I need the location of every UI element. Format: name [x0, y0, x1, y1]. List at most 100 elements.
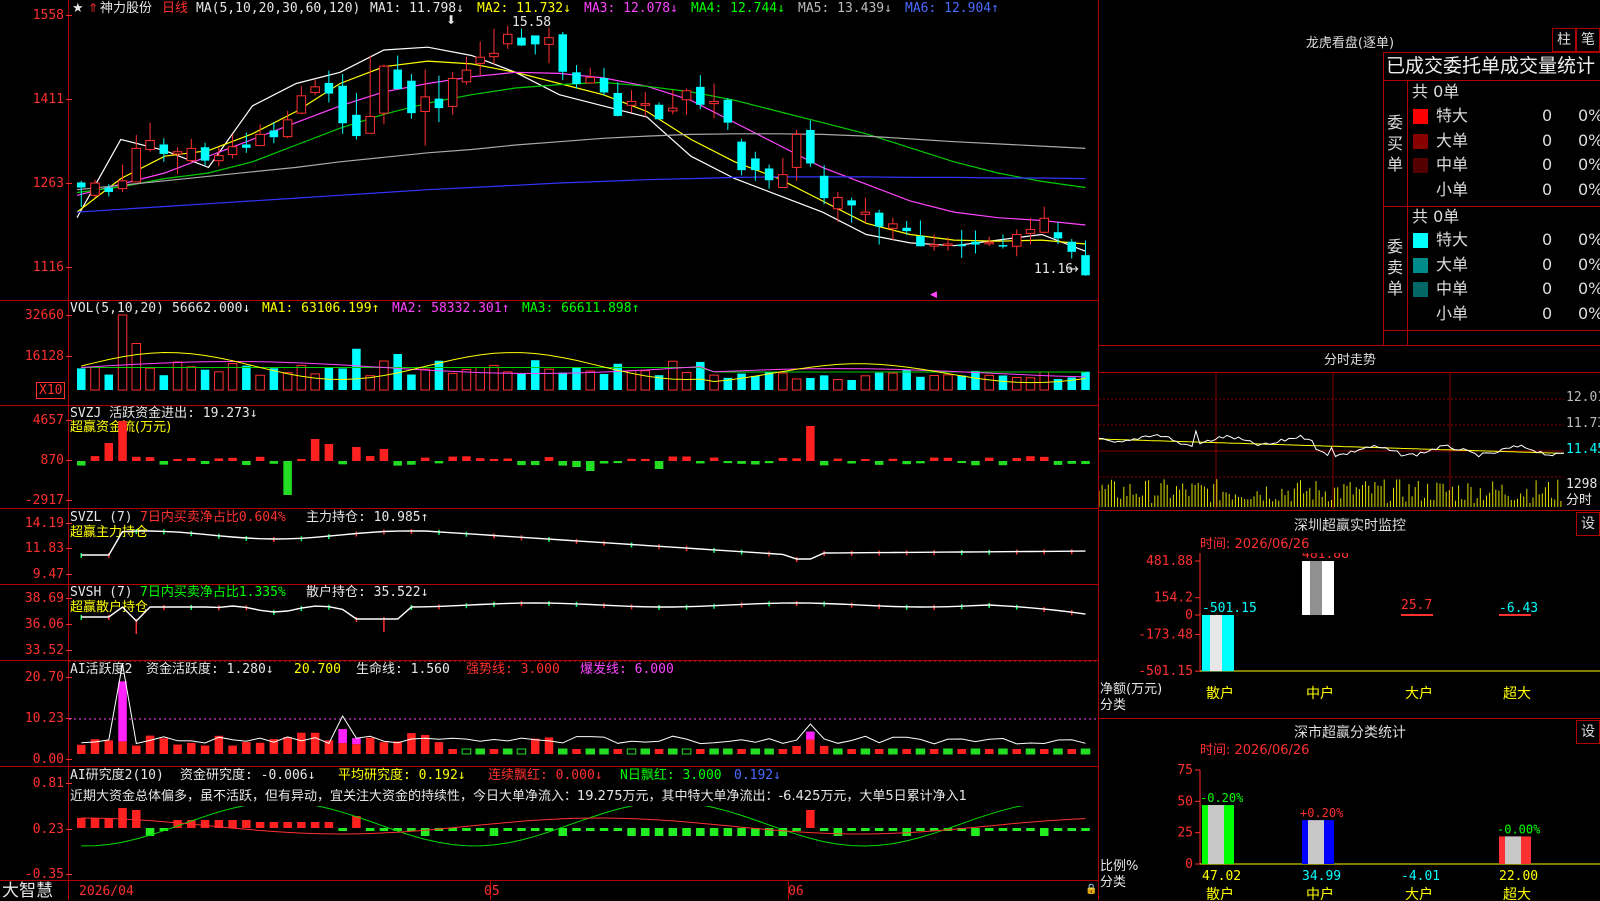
- event-marker-icon[interactable]: ⬇: [446, 13, 456, 28]
- activity-bar: [104, 740, 114, 754]
- flow-bar-out: [159, 461, 169, 465]
- candle-body-down: [352, 114, 361, 137]
- activity-bar: [365, 737, 375, 754]
- pen-mode-button[interactable]: 笔: [1576, 28, 1600, 52]
- flow-bar-out: [902, 461, 911, 465]
- activity-chart[interactable]: [69, 661, 1098, 766]
- flow-bar-out: [77, 461, 86, 466]
- ratio-bar-shade: [1208, 805, 1224, 864]
- ratio-chart[interactable]: 75 50 25 0 -0.20% 47.02 散户 +0.20% 34.99 中户 -4.01 大户…: [1099, 752, 1600, 900]
- flow-bar-out: [338, 461, 347, 465]
- candle-body-down: [737, 141, 746, 171]
- research-bar-down: [1039, 828, 1049, 836]
- vol-unit-badge: X10: [36, 382, 66, 399]
- longhu-header: 已成交委托单成交量统计: [1386, 55, 1596, 77]
- stock-name[interactable]: 神力股份: [100, 1, 152, 16]
- price-tick-1: 1558: [2, 8, 72, 23]
- candle-body-up: [379, 65, 389, 114]
- activity-bar: [806, 739, 815, 754]
- buy-row-count: 0: [1542, 179, 1553, 199]
- activity-bar-low: [461, 748, 472, 755]
- price-chart[interactable]: [69, 18, 1098, 300]
- net-amount-chart[interactable]: 481.88 154.2 0 -173.48 -501.15 -501.15 散户 481.8…: [1099, 553, 1600, 715]
- research-bar-down: [737, 828, 746, 836]
- fenshi-unit: 分时: [1566, 493, 1593, 508]
- research-bar-down: [530, 828, 540, 831]
- flow-bar-in: [1039, 456, 1049, 461]
- svzl-tick-1: 14.19: [2, 516, 72, 531]
- activity-bar: [310, 732, 320, 754]
- ai1-panel-divider: [0, 766, 1098, 767]
- fund-flow-chart[interactable]: [69, 406, 1098, 508]
- sell-row-count: 0: [1542, 303, 1553, 323]
- monitor-category-label: 大户: [1405, 685, 1433, 702]
- ratio-value-label: 47.02: [1202, 869, 1241, 884]
- research-bar-down: [338, 828, 347, 831]
- research-bar-down: [861, 828, 870, 831]
- candle-body-down: [613, 93, 623, 116]
- research-bar-down: [627, 828, 636, 836]
- stats-settings-button[interactable]: 设: [1576, 720, 1600, 744]
- research-bar-down: [682, 828, 691, 836]
- monitor-category-label: 散户: [1206, 685, 1234, 702]
- intraday-chart[interactable]: [1099, 373, 1564, 509]
- lock-icon[interactable]: 🔒: [1085, 882, 1097, 897]
- svsh-tick-3: 33.52: [2, 643, 72, 658]
- buy-row-pct: 0%: [1578, 179, 1600, 199]
- volume-bar-down: [1067, 377, 1077, 390]
- volume-bar-up: [186, 366, 197, 391]
- net-bar-shade: [1210, 615, 1222, 672]
- candle-body-down: [434, 98, 444, 109]
- ai2-tick-3: -0.35: [2, 867, 72, 882]
- candle-body-up: [365, 115, 375, 134]
- ratio-value-label: 34.99: [1302, 869, 1341, 884]
- monitor-ylabel: 净额(万元): [1100, 682, 1163, 697]
- fenshi-tick-2: 11.73: [1566, 416, 1600, 431]
- price-tick-4: 1116: [2, 260, 72, 275]
- brand-logo[interactable]: 大智慧: [2, 882, 53, 900]
- candle-body-up: [860, 211, 871, 215]
- activity-bar: [132, 745, 141, 754]
- monitor-title: 深圳超赢实时监控: [1294, 518, 1406, 534]
- flow-bar-out: [1081, 461, 1090, 465]
- volume-bar-up: [489, 364, 499, 391]
- research-chart[interactable]: [69, 806, 1098, 880]
- activity-bar: [420, 734, 430, 754]
- ai2-nday: N日飘红: 3.000: [620, 768, 722, 783]
- monitor-settings-button[interactable]: 设: [1576, 512, 1600, 536]
- volume-chart[interactable]: [69, 301, 1098, 405]
- flow-bar-in: [173, 458, 182, 461]
- volume-bar-up: [640, 370, 651, 391]
- ai2-panel-divider: [0, 880, 1098, 881]
- favorite-star-icon[interactable]: ★: [72, 1, 84, 16]
- flow-bar-in: [310, 439, 320, 461]
- flow-bar-in: [255, 456, 265, 461]
- flow-bar-in: [379, 449, 389, 461]
- period-selector[interactable]: 日线: [162, 1, 188, 16]
- bar-mode-button[interactable]: 柱: [1552, 28, 1576, 52]
- activity-bar-low: [626, 748, 637, 755]
- candle-body-up: [282, 119, 293, 138]
- research-bar-up: [228, 820, 237, 828]
- longhu-bottom-line: [1383, 330, 1600, 331]
- activity-bar-low: [998, 748, 1008, 755]
- ratio-change-label: -0.20%: [1200, 791, 1244, 805]
- ma4-value: MA4: 12.744↓: [691, 1, 785, 16]
- research-bar-down: [1067, 828, 1077, 831]
- flow-bar-out: [269, 461, 279, 464]
- activity-bar-low: [1080, 748, 1091, 755]
- volume-bar-down: [159, 375, 169, 390]
- volume-bar-up: [860, 375, 871, 391]
- research-bar-down: [517, 828, 526, 831]
- sell-color-swatch: [1413, 282, 1428, 297]
- ai2-research: 资金研究度: -0.006↓: [180, 768, 316, 783]
- activity-bar-low: [668, 748, 678, 755]
- candle-body-up: [131, 147, 142, 183]
- main-holding-chart[interactable]: [69, 509, 1098, 584]
- flow-bar-out: [874, 461, 884, 465]
- flow-bar-in: [145, 457, 155, 461]
- volume-bar-up: [709, 374, 719, 391]
- retail-holding-chart[interactable]: [69, 585, 1098, 660]
- ratio-value-label: 22.00: [1499, 869, 1538, 884]
- sell-color-swatch: [1413, 233, 1428, 248]
